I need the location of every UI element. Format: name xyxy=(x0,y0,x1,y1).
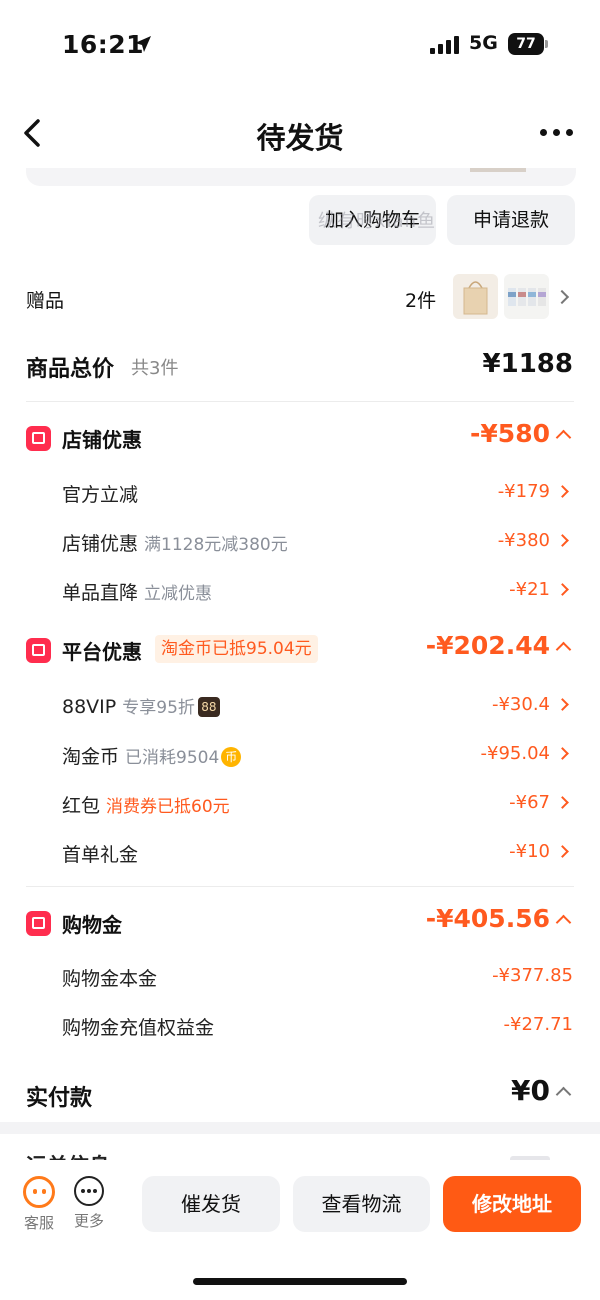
discount-row-88vip[interactable]: 88VIP 专享95折 88 -¥30.4 xyxy=(0,683,600,727)
chevron-up-icon xyxy=(555,641,572,658)
detail-amount: -¥30.4 xyxy=(491,694,550,715)
paid-row[interactable]: 实付款 ¥0 xyxy=(0,1068,600,1118)
discount-row-first-order[interactable]: 首单礼金 -¥10 xyxy=(0,830,600,874)
platform-discount-amount: -¥202.44 xyxy=(425,631,550,660)
detail-amount: -¥380 xyxy=(497,530,550,551)
page-title: 待发货 xyxy=(256,121,344,155)
shopping-gold-amount: -¥405.56 xyxy=(425,904,550,933)
detail-label: 官方立减 xyxy=(62,484,139,506)
detail-label: 单品直降 立减优惠 xyxy=(62,582,213,604)
change-address-button[interactable]: 修改地址 xyxy=(443,1176,581,1232)
gift-bottles-image xyxy=(504,274,549,319)
customer-service-icon xyxy=(23,1176,55,1208)
platform-discount-label: 平台优惠 xyxy=(62,640,142,664)
status-time: 16:21 xyxy=(62,30,145,59)
detail-label: 88VIP 专享95折 88 xyxy=(62,693,220,718)
chevron-right-icon xyxy=(556,845,569,858)
detail-amount: -¥10 xyxy=(509,841,550,862)
store-discount-header[interactable]: 店铺优惠 -¥580 xyxy=(0,415,600,461)
divider xyxy=(26,886,574,887)
shopping-gold-principal-row: 购物金本金 -¥377.85 xyxy=(0,954,600,998)
paid-label: 实付款 xyxy=(26,1086,93,1111)
shopping-gold-bonus-row: 购物金充值权益金 -¥27.71 xyxy=(0,1003,600,1047)
discount-row-redpacket[interactable]: 红包 消费券已抵60元 -¥67 xyxy=(0,781,600,825)
customer-service-button[interactable]: 客服 xyxy=(17,1176,61,1233)
chevron-right-icon xyxy=(556,534,569,547)
more-label: 更多 xyxy=(73,1212,104,1230)
detail-sub: 立减优惠 xyxy=(144,584,213,604)
detail-label: 购物金本金 xyxy=(62,968,158,990)
status-bar: 16:21 5G 77 xyxy=(0,0,600,90)
chevron-right-icon xyxy=(556,583,569,596)
detail-amount: -¥179 xyxy=(497,481,550,502)
detail-amount: -¥377.85 xyxy=(492,965,573,986)
paid-value: ¥0 xyxy=(511,1074,550,1107)
gift-count: 2件 xyxy=(405,290,437,312)
more-options-icon[interactable] xyxy=(540,129,573,136)
divider xyxy=(26,401,574,402)
total-count: 共3件 xyxy=(131,358,179,379)
discount-row-taojinbi[interactable]: 淘金币 已消耗9504 币 -¥95.04 xyxy=(0,732,600,776)
section-separator xyxy=(0,1122,600,1134)
detail-sub: 专享95折 xyxy=(122,698,195,718)
chevron-right-icon xyxy=(556,698,569,711)
chevron-right-icon xyxy=(556,747,569,760)
platform-discount-tag: 淘金币已抵95.04元 xyxy=(155,635,318,663)
detail-label: 红包 消费券已抵60元 xyxy=(62,795,230,817)
detail-label: 店铺优惠 满1128元减380元 xyxy=(62,533,288,555)
platform-discount-header[interactable]: 平台优惠 淘金币已抵95.04元 -¥202.44 xyxy=(0,627,600,673)
detail-label: 购物金充值权益金 xyxy=(62,1017,215,1039)
detail-amount: -¥21 xyxy=(509,579,550,600)
remind-shipping-button[interactable]: 催发货 xyxy=(142,1176,280,1232)
chevron-right-icon xyxy=(556,485,569,498)
discount-row-official[interactable]: 官方立减 -¥179 xyxy=(0,470,600,514)
home-indicator xyxy=(193,1278,407,1285)
coin-icon: 币 xyxy=(221,747,242,767)
detail-amount: -¥27.71 xyxy=(503,1014,573,1035)
store-discount-label: 店铺优惠 xyxy=(62,428,142,452)
detail-label: 首单礼金 xyxy=(62,844,139,866)
detail-sub: 消费券已抵60元 xyxy=(106,797,230,817)
platform-icon xyxy=(26,638,51,663)
battery-tip xyxy=(545,40,548,48)
detail-amount: -¥95.04 xyxy=(480,743,550,764)
network-label: 5G xyxy=(469,32,498,54)
battery-icon: 77 xyxy=(508,33,544,55)
chevron-up-icon xyxy=(555,429,572,446)
gift-chevron-right-icon xyxy=(554,289,570,305)
signal-icon xyxy=(430,36,459,54)
88vip-badge-icon: 88 xyxy=(197,697,220,717)
nav-bar: 待发货 xyxy=(0,95,600,171)
card-remnant-line xyxy=(470,168,526,172)
shopping-gold-label: 购物金 xyxy=(62,913,122,937)
discount-row-store[interactable]: 店铺优惠 满1128元减380元 -¥380 xyxy=(0,519,600,563)
gift-label: 赠品 xyxy=(26,290,65,312)
detail-amount: -¥67 xyxy=(509,792,550,813)
total-value: ¥1188 xyxy=(482,349,573,379)
gift-tote-bag-image xyxy=(453,274,498,319)
shopping-bag-icon xyxy=(26,911,51,936)
total-row: 商品总价 共3件 ¥1188 xyxy=(0,340,600,396)
detail-sub: 满1128元减380元 xyxy=(144,535,288,555)
chevron-up-icon xyxy=(555,1086,572,1103)
customer-service-label: 客服 xyxy=(23,1214,54,1232)
chevron-right-icon xyxy=(556,796,569,809)
store-icon xyxy=(26,426,51,451)
detail-label: 淘金币 已消耗9504 币 xyxy=(62,742,242,769)
location-arrow-icon xyxy=(135,36,151,52)
more-button[interactable]: 更多 xyxy=(67,1176,111,1231)
more-dots-icon xyxy=(74,1176,104,1206)
total-label: 商品总价 xyxy=(26,357,115,382)
shopping-gold-header[interactable]: 购物金 -¥405.56 xyxy=(0,900,600,946)
discount-row-item[interactable]: 单品直降 立减优惠 -¥21 xyxy=(0,568,600,612)
gift-row[interactable]: 赠品 2件 xyxy=(0,270,600,326)
watermark: 纵有时xian鱼 xyxy=(318,211,437,232)
store-discount-amount: -¥580 xyxy=(470,419,550,448)
detail-sub: 已消耗9504 xyxy=(125,748,220,768)
refund-button[interactable]: 申请退款 xyxy=(447,195,575,245)
view-logistics-button[interactable]: 查看物流 xyxy=(293,1176,430,1232)
chevron-up-icon xyxy=(555,914,572,931)
